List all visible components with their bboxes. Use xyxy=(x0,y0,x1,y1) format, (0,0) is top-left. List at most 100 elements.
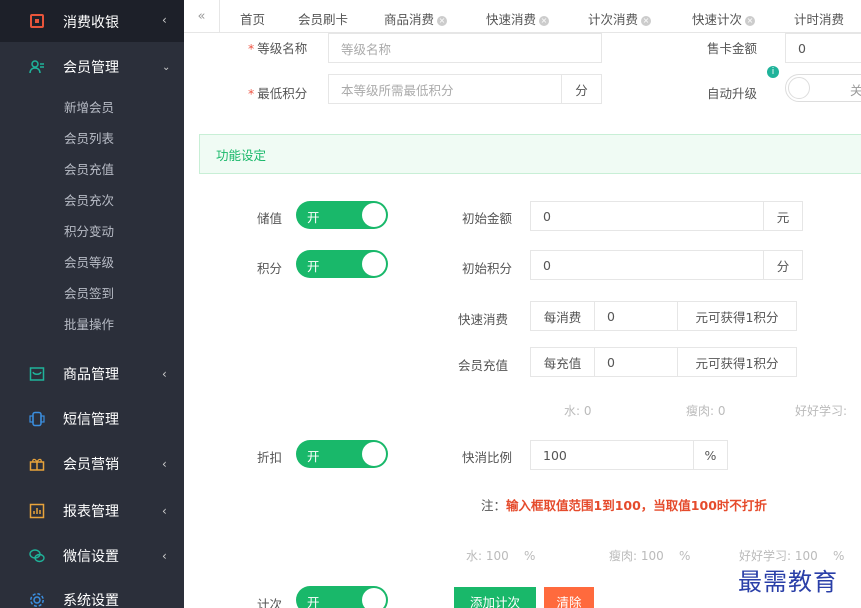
toggle-knob xyxy=(362,252,386,276)
sidebar-item-sms[interactable]: 短信管理 xyxy=(0,404,184,434)
sidebar-item-checkout[interactable]: 消费收银 ‹ xyxy=(0,0,184,42)
faded-points-item: 瘦肉: 0 xyxy=(686,404,726,418)
toggle-state: 开 xyxy=(307,259,320,274)
sidebar-item-label: 报表管理 xyxy=(63,504,119,520)
initial-amount-input[interactable]: 0 xyxy=(530,201,764,231)
close-icon[interactable]: × xyxy=(641,16,652,26)
chevron-left-icon: ‹ xyxy=(162,504,167,518)
stored-value-toggle[interactable]: 开 xyxy=(296,201,388,229)
quick-ratio-input[interactable]: 100 xyxy=(530,440,694,470)
sidebar-item-wechat[interactable]: 微信设置 ‹ xyxy=(0,541,184,571)
chevron-left-icon: ‹ xyxy=(162,457,167,471)
discount-toggle[interactable]: 开 xyxy=(296,440,388,468)
sidebar-item-label: 微信设置 xyxy=(63,549,119,565)
count-toggle[interactable]: 开 xyxy=(296,586,388,608)
auto-upgrade-label: 自动升级 xyxy=(707,86,758,101)
gift-icon xyxy=(28,455,46,473)
tab[interactable]: 快速计次 × xyxy=(692,9,756,28)
member-icon xyxy=(28,58,46,76)
level-name-input[interactable]: 等级名称 xyxy=(328,33,602,63)
submenu-item[interactable]: 会员充值 xyxy=(64,159,114,178)
quick-ratio-unit: % xyxy=(693,440,728,470)
sidebar-item-label: 会员营销 xyxy=(63,457,119,473)
close-icon[interactable]: × xyxy=(437,16,448,26)
clear-button[interactable]: 清除 xyxy=(544,587,594,608)
submenu-item[interactable]: 会员充次 xyxy=(64,190,114,209)
sidebar-item-member[interactable]: 会员管理 ⌄ xyxy=(0,52,184,82)
toggle-knob xyxy=(362,588,386,608)
add-count-button[interactable]: 添加计次 xyxy=(454,587,536,608)
min-points-input[interactable]: 本等级所需最低积分 xyxy=(328,74,562,104)
card-amount-label: 售卡金额 xyxy=(707,41,758,56)
sidebar-item-settings[interactable]: 系统设置 xyxy=(0,585,184,608)
tab[interactable]: 计次消费 × xyxy=(588,9,652,28)
card-amount-input[interactable]: 0 xyxy=(785,33,861,63)
submenu-item[interactable]: 会员签到 xyxy=(64,283,114,302)
sidebar: 消费收银 ‹ 会员管理 ⌄ 新增会员 会员列表 会员充值 会员充次 积分变动 会员等级 会员… xyxy=(0,0,184,608)
quick-consume-suffix: 元可获得1积分 xyxy=(677,301,797,331)
tab-label: 商品消费 xyxy=(384,12,435,27)
submenu-item[interactable]: 新增会员 xyxy=(64,97,114,116)
member-recharge-prefix: 每充值 xyxy=(530,347,595,377)
quick-consume-input[interactable]: 0 xyxy=(594,301,678,331)
initial-amount-label: 初始金额 xyxy=(462,211,513,226)
tab[interactable]: 会员刷卡 xyxy=(298,9,348,28)
tabs-scroll-left-button[interactable]: « xyxy=(184,0,220,33)
goods-icon xyxy=(28,365,46,383)
tab[interactable]: 计时消费 xyxy=(794,9,844,28)
tab-label: 计时消费 xyxy=(794,12,845,27)
cashier-icon xyxy=(28,12,46,30)
initial-amount-unit: 元 xyxy=(763,201,803,231)
submenu-item[interactable]: 积分变动 xyxy=(64,221,114,240)
watermark-logo: 最需教育 xyxy=(738,568,838,596)
chevron-left-icon: ‹ xyxy=(162,13,167,27)
stored-value-label: 储值 xyxy=(257,211,283,226)
auto-upgrade-toggle[interactable]: 关 xyxy=(785,74,861,102)
toggle-state: 开 xyxy=(307,449,320,464)
chevron-left-icon: ‹ xyxy=(162,367,167,381)
min-points-unit: 分 xyxy=(561,74,602,104)
sidebar-item-label: 会员管理 xyxy=(63,60,119,76)
tab[interactable]: 首页 xyxy=(240,9,265,28)
points-toggle[interactable]: 开 xyxy=(296,250,388,278)
quick-ratio-label: 快消比例 xyxy=(462,450,513,465)
sidebar-item-label: 商品管理 xyxy=(63,367,119,383)
toggle-state: 关 xyxy=(850,83,861,98)
member-recharge-input[interactable]: 0 xyxy=(594,347,678,377)
sidebar-item-label: 短信管理 xyxy=(63,412,119,428)
initial-points-label: 初始积分 xyxy=(462,261,513,276)
discount-label: 折扣 xyxy=(257,450,283,465)
member-recharge-label: 会员充值 xyxy=(458,358,509,373)
level-form: * 等级名称 等级名称 售卡金额 0 * 最低积分 本等级所需最低积分 分 自动升级… xyxy=(184,33,861,608)
faded-discount-item: 瘦肉: 100 % xyxy=(609,549,691,563)
toggle-knob xyxy=(362,442,386,466)
quick-consume-prefix: 每消费 xyxy=(530,301,595,331)
tab-label: 快速计次 xyxy=(692,12,743,27)
sidebar-item-marketing[interactable]: 会员营销 ‹ xyxy=(0,449,184,479)
toggle-knob xyxy=(362,203,386,227)
faded-points-item: 水: 0 xyxy=(564,404,592,418)
min-points-label: * 最低积分 xyxy=(248,86,308,101)
submenu-item[interactable]: 批量操作 xyxy=(64,314,114,333)
member-recharge-suffix: 元可获得1积分 xyxy=(677,347,797,377)
tab[interactable]: 商品消费 × xyxy=(384,9,448,28)
initial-points-input[interactable]: 0 xyxy=(530,250,764,280)
close-icon[interactable]: × xyxy=(539,16,550,26)
faded-points-item: 好好学习: xyxy=(795,404,848,418)
sidebar-item-goods[interactable]: 商品管理 ‹ xyxy=(0,359,184,389)
tab-label: 首页 xyxy=(240,12,266,27)
gear-icon xyxy=(28,591,46,608)
chevron-down-icon: ⌄ xyxy=(162,61,171,73)
discount-note: 注：输入框取值范围1到100，当取值100时不打折 xyxy=(481,498,767,513)
report-icon xyxy=(28,502,46,520)
close-icon[interactable]: × xyxy=(745,16,756,26)
submenu-item[interactable]: 会员等级 xyxy=(64,252,114,271)
tab[interactable]: 快速消费 × xyxy=(486,9,550,28)
sms-icon xyxy=(28,410,46,428)
tab-bar: « 首页 会员刷卡 商品消费 × 快速消费 × 计次消费 × 快速计次 × 计时消费 xyxy=(184,0,861,33)
sidebar-item-label: 系统设置 xyxy=(63,593,119,608)
sidebar-item-reports[interactable]: 报表管理 ‹ xyxy=(0,496,184,526)
submenu-item[interactable]: 会员列表 xyxy=(64,128,114,147)
level-name-label: * 等级名称 xyxy=(248,41,308,56)
sidebar-item-label: 消费收银 xyxy=(63,15,119,31)
